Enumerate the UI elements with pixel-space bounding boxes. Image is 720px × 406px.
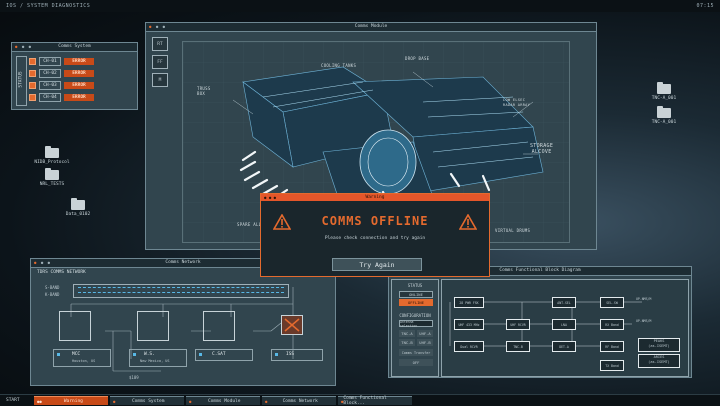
label-cooling-tanks: COOLING TANKS xyxy=(321,63,357,68)
antenna-select-checkbox[interactable]: Antenna selection xyxy=(399,320,433,328)
view-controls: RT FF M xyxy=(152,37,168,95)
status-label: STATUS xyxy=(18,71,24,88)
off-button[interactable]: OFF xyxy=(399,359,433,366)
folder-icon xyxy=(71,198,85,210)
channel-indicator xyxy=(29,58,36,65)
folder-icon xyxy=(45,146,59,158)
window-controls[interactable]: ● ● ● xyxy=(264,194,276,201)
tnc-b-button[interactable]: TNC-B xyxy=(399,339,415,346)
output-label-1: UP-NMS/M xyxy=(636,297,652,301)
label-storage-alcove: STORAGE ALCOVE xyxy=(530,143,554,155)
status-frame: STATUS xyxy=(16,56,27,106)
status-config-panel: STATUS ONLINE OFFLINE CONFIGURATION Ante… xyxy=(391,279,439,377)
label-radar-array: LOW ELSEC RADAR ARRAY xyxy=(503,98,531,107)
label-drop-base: DROP BASE xyxy=(405,56,430,61)
online-toggle[interactable]: ONLINE xyxy=(399,291,433,298)
block-tx-band[interactable]: TX Band xyxy=(600,360,624,371)
comms-network-window[interactable]: ● ● ● Comms Network TDRS COMMS NETWORK S… xyxy=(30,258,336,386)
block-uhf-rcvr[interactable]: UHF RCVR xyxy=(506,319,530,330)
block-lna[interactable]: LNA xyxy=(552,319,576,330)
top-status-bar: IOS / SYSTEM DIAGNOSTICS 07:15 xyxy=(0,0,720,12)
node-mcc[interactable]: MCC Houston, US xyxy=(53,349,111,367)
iss-offline-icon xyxy=(281,315,303,335)
start-button[interactable]: START xyxy=(0,398,34,403)
block-ant-sel[interactable]: ANT-SEL xyxy=(552,297,576,308)
block-tnc-b[interactable]: TNC-B xyxy=(506,341,530,352)
desktop-icon-data[interactable]: Data_0102 xyxy=(48,198,108,217)
dialog-titlebar[interactable]: ● ● ● Warning xyxy=(261,194,489,201)
output-label-2: UP-NMS/M xyxy=(636,319,652,323)
desktop-icon-tnc-a-2[interactable]: TNC-A_001 xyxy=(634,106,694,125)
desktop-icon-nidb[interactable]: NIDB_Protocol xyxy=(22,146,82,165)
block-det-a[interactable]: DET-A xyxy=(552,341,576,352)
functional-diagram-window[interactable]: ● ● ● Comms Functional Block Diagram STA… xyxy=(388,266,692,378)
try-again-button[interactable]: Try Again xyxy=(332,258,422,271)
channel-indicator xyxy=(29,94,36,101)
task-functional-diagram[interactable]: ● Comms Functional Block... xyxy=(338,396,412,406)
task-comms-module[interactable]: ● Comms Module xyxy=(186,396,260,405)
clock: 07:15 xyxy=(696,3,714,9)
channel-row: CH-04 ERROR xyxy=(29,93,94,102)
folder-icon xyxy=(657,82,671,94)
error-badge: ERROR xyxy=(64,70,94,77)
error-badge: ERROR xyxy=(64,82,94,89)
tnc-a-button[interactable]: TNC-A xyxy=(399,330,415,337)
block-rx-band[interactable]: RX Band xyxy=(600,319,624,330)
ws-terminal-icon xyxy=(137,311,169,341)
error-title: COMMS OFFLINE xyxy=(321,214,429,228)
peaks-box[interactable]: PEAKS (as-ISEMT) xyxy=(638,338,680,352)
error-badge: ERROR xyxy=(64,58,94,65)
channel-indicator xyxy=(29,82,36,89)
comms-transfer-button[interactable]: Comms Transfer xyxy=(399,349,433,356)
folder-icon xyxy=(45,168,59,180)
mcc-terminal-icon xyxy=(59,311,91,341)
node-ws[interactable]: W.S. New Mexico, US xyxy=(129,349,187,367)
status-heading: STATUS xyxy=(407,283,423,288)
ff-button[interactable]: FF xyxy=(152,55,168,69)
taskbar: START ●● Warning ● Comms System ● Comms Mod… xyxy=(0,394,720,406)
block-uhf-433[interactable]: UHF 433 MHz xyxy=(454,319,484,330)
label-truss-box: TRUSS BOX xyxy=(197,86,211,96)
node-iss[interactable]: ISS xyxy=(271,349,323,361)
label-virtual-drums: VIRTUAL DRUMS xyxy=(495,228,531,233)
csat-terminal-icon xyxy=(203,311,235,341)
rt-button[interactable]: RT xyxy=(152,37,168,51)
block-diagram[interactable]: 28 PWR FSK UHF 433 MHz Dual RCVR UHF RCV… xyxy=(441,279,689,377)
desktop-icon-tnc-a-1[interactable]: TNC-A_001 xyxy=(634,82,694,101)
channel-indicator xyxy=(29,70,36,77)
block-dual-rcvr[interactable]: Dual RCVR xyxy=(454,341,484,352)
uhf-a-button[interactable]: UHF-A xyxy=(417,330,433,337)
error-badge: ERROR xyxy=(64,94,94,101)
bus-label: $109 xyxy=(129,375,139,380)
block-28-pwr-fsk[interactable]: 28 PWR FSK xyxy=(454,297,484,308)
error-message: Please check connection and try again xyxy=(324,236,426,241)
uhf-b-button[interactable]: UHF-B xyxy=(417,339,433,346)
folder-icon xyxy=(657,106,671,118)
aries-box[interactable]: ARIES (as-ISEMT) xyxy=(638,354,680,368)
task-comms-system[interactable]: ● Comms System xyxy=(110,396,184,405)
comms-system-window[interactable]: ● ● ● Comms System STATUS CH-01 ERROR CH… xyxy=(11,42,138,110)
configuration-heading: CONFIGURATION xyxy=(399,313,431,318)
block-rf-band[interactable]: RF Band xyxy=(600,341,624,352)
window-controls[interactable]: ● ● ● xyxy=(149,23,166,31)
m-button[interactable]: M xyxy=(152,73,168,87)
desktop-icon-nrl-tests[interactable]: NRL_TESTS xyxy=(22,168,82,187)
offline-toggle[interactable]: OFFLINE xyxy=(399,299,433,306)
window-titlebar[interactable]: ● ● ● Comms Module xyxy=(146,23,596,32)
channel-row: CH-01 ERROR xyxy=(29,57,94,66)
node-csat[interactable]: C.SAT xyxy=(195,349,253,361)
warning-dialog[interactable]: ● ● ● Warning COMMS OFFLINE Please check… xyxy=(260,193,490,277)
window-controls[interactable]: ● ● ● xyxy=(15,43,32,51)
task-warning[interactable]: ●● Warning xyxy=(34,396,108,405)
channel-row: CH-02 ERROR xyxy=(29,69,94,78)
task-comms-network[interactable]: ● Comms Network xyxy=(262,396,336,405)
system-title: IOS / SYSTEM DIAGNOSTICS xyxy=(6,3,91,9)
channel-row: CH-03 ERROR xyxy=(29,81,94,90)
block-sel-sw[interactable]: SEL-SW xyxy=(600,297,624,308)
label-spare: SPARE ALL xyxy=(237,222,262,227)
window-titlebar[interactable]: ● ● ● Comms System xyxy=(12,43,137,52)
